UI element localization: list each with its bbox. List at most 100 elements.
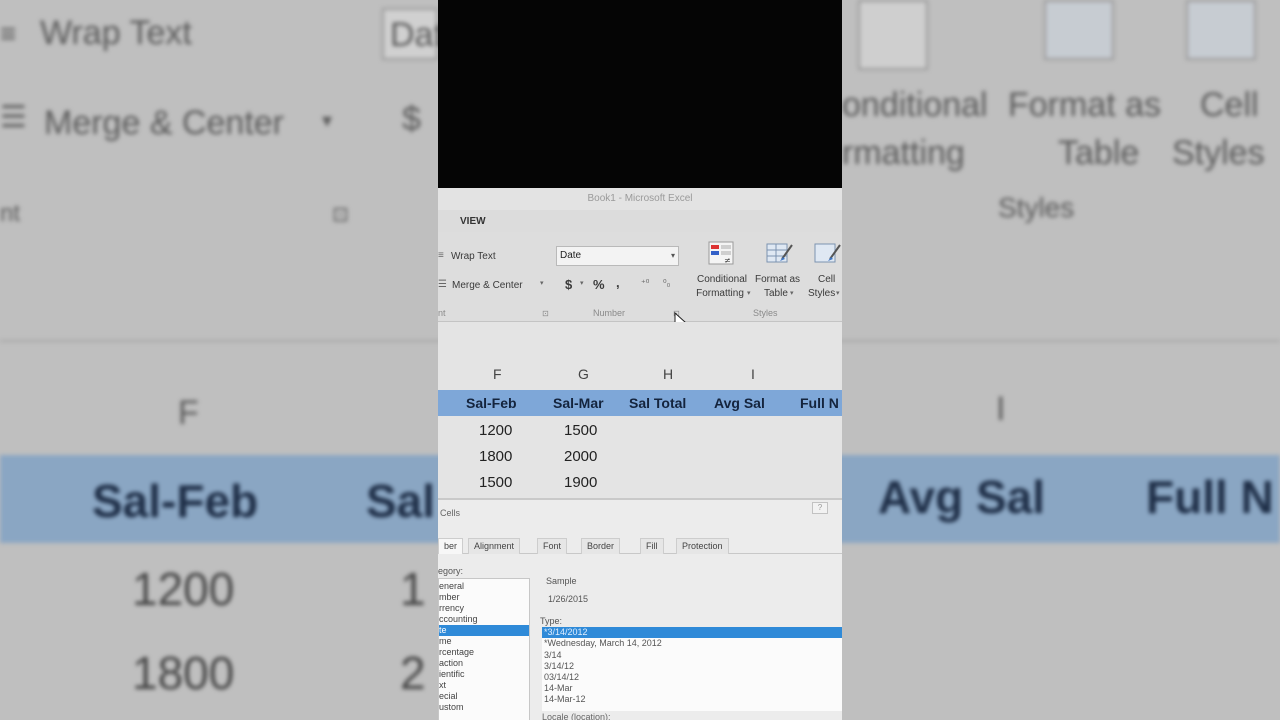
type-item[interactable]: *3/14/2012: [542, 627, 842, 638]
conditional-formatting-label-2[interactable]: Formatting: [689, 288, 751, 299]
dialog-title: Cells: [440, 508, 461, 518]
bg-1800: 1800: [132, 647, 235, 699]
category-general[interactable]: eneral: [439, 581, 529, 592]
column-header-f[interactable]: F: [493, 366, 502, 382]
category-list[interactable]: eneral mber rrency ccounting te me rcent…: [438, 578, 530, 720]
category-fraction[interactable]: action: [439, 658, 529, 669]
type-item[interactable]: *Wednesday, March 14, 2012: [542, 638, 842, 649]
bg-col-f: F: [178, 394, 199, 432]
type-item[interactable]: 14-Mar: [542, 683, 842, 694]
tab-fill[interactable]: Fill: [640, 538, 664, 554]
bg-cell-styles-icon: [1186, 0, 1256, 60]
merge-dropdown-icon[interactable]: ▾: [540, 279, 544, 287]
tab-number[interactable]: ber: [438, 538, 464, 554]
locale-label: Locale (location):: [542, 712, 611, 720]
category-currency[interactable]: rrency: [439, 603, 529, 614]
format-as-table-label-2[interactable]: Table: [764, 288, 788, 299]
bg-digit-2: 2: [400, 647, 426, 699]
cell-f-row3[interactable]: 1500: [479, 474, 512, 491]
format-as-table-icon[interactable]: [766, 241, 793, 265]
category-text[interactable]: xt: [439, 680, 529, 691]
accounting-format-button[interactable]: $: [565, 277, 572, 292]
header-cell-sal-mar[interactable]: Sal-Mar: [553, 395, 604, 411]
column-header-h[interactable]: H: [663, 366, 673, 382]
category-percentage[interactable]: rcentage: [439, 647, 529, 658]
category-special[interactable]: ecial: [439, 691, 529, 702]
header-cell-sal-total[interactable]: Sal Total: [629, 395, 686, 411]
styles-group-label: Styles: [753, 308, 778, 318]
cell-f-row1[interactable]: 1200: [479, 422, 512, 439]
type-item[interactable]: 14-Mar-12: [542, 694, 842, 705]
header-cell-avg-sal[interactable]: Avg Sal: [714, 395, 765, 411]
category-custom[interactable]: ustom: [439, 702, 529, 713]
cell-styles-label-1[interactable]: Cell: [818, 274, 835, 285]
category-date[interactable]: te: [439, 625, 529, 636]
type-item[interactable]: 03/14/12: [542, 672, 842, 683]
cell-styles-dropdown-icon[interactable]: ▾: [836, 289, 840, 297]
bg-formatting: rmatting: [842, 134, 965, 172]
worksheet: F G H I Sal-Feb Sal-Mar Sal Total Avg Sa…: [438, 322, 842, 498]
cell-g-row3[interactable]: 1900: [564, 474, 597, 491]
chevron-down-icon: ▾: [670, 251, 675, 260]
format-table-dropdown-icon[interactable]: ▾: [790, 289, 794, 297]
bg-format-as: Format as: [1008, 86, 1162, 124]
category-accounting[interactable]: ccounting: [439, 614, 529, 625]
category-scientific[interactable]: ientific: [439, 669, 529, 680]
wrap-text-button[interactable]: Wrap Text: [451, 251, 496, 262]
column-header-g[interactable]: G: [578, 366, 589, 382]
conditional-dropdown-icon[interactable]: ▾: [747, 289, 751, 297]
type-item[interactable]: 3/14/12: [542, 661, 842, 672]
tab-alignment[interactable]: Alignment: [468, 538, 521, 554]
tab-protection[interactable]: Protection: [676, 538, 729, 554]
table-header-row: Sal-Feb Sal-Mar Sal Total Avg Sal Full N: [438, 390, 842, 416]
conditional-formatting-icon[interactable]: ≠: [708, 241, 734, 265]
sample-value: 1/26/2015: [548, 594, 589, 604]
bg-wrap-text: Wrap Text: [40, 14, 192, 52]
bg-digit-1: 1: [400, 563, 426, 615]
category-time[interactable]: me: [439, 636, 529, 647]
number-group-label: Number: [593, 308, 626, 318]
decrease-decimal-icon[interactable]: ⁰₀: [663, 278, 670, 289]
increase-decimal-icon[interactable]: ⁺⁰: [641, 278, 649, 289]
header-cell-full-name[interactable]: Full N: [800, 395, 839, 411]
bg-conditional: onditional: [842, 86, 988, 124]
alignment-group-label: nt: [438, 308, 446, 318]
bg-dropdown-icon: ▾: [322, 110, 333, 132]
bg-merge-center: Merge & Center: [44, 104, 284, 142]
bg-sal-feb: Sal-Feb: [92, 475, 259, 527]
excel-window: Book1 - Microsoft Excel VIEW ≡ Wrap Text…: [438, 188, 842, 720]
cell-styles-icon[interactable]: [814, 241, 841, 265]
tab-border[interactable]: Border: [581, 538, 621, 554]
bg-dollar: $: [402, 100, 421, 138]
format-cells-dialog: Cells ? ber Alignment Font Border Fill P…: [438, 498, 842, 720]
accounting-dropdown-icon[interactable]: ▾: [580, 279, 584, 287]
column-header-i[interactable]: I: [751, 366, 755, 382]
category-number[interactable]: mber: [439, 592, 529, 603]
type-list[interactable]: *3/14/2012 *Wednesday, March 14, 2012 3/…: [542, 627, 842, 711]
bg-conditional-icon: [858, 0, 928, 70]
cell-f-row2[interactable]: 1800: [479, 448, 512, 465]
wrap-text-icon: ≡: [438, 250, 444, 261]
tab-view[interactable]: VIEW: [460, 216, 486, 227]
format-as-table-label-1[interactable]: Format as: [755, 274, 800, 285]
phone-frame: Book1 - Microsoft Excel VIEW ≡ Wrap Text…: [438, 0, 842, 720]
number-format-select[interactable]: Date ▾: [556, 246, 679, 266]
type-item[interactable]: 3/14: [542, 650, 842, 661]
type-label: Type:: [540, 616, 563, 626]
merge-center-button[interactable]: Merge & Center: [452, 280, 523, 291]
header-cell-sal-feb[interactable]: Sal-Feb: [466, 395, 517, 411]
cell-g-row2[interactable]: 2000: [564, 448, 597, 465]
conditional-formatting-label-1[interactable]: Conditional: [691, 274, 753, 285]
cell-styles-label-2[interactable]: Styles: [808, 288, 835, 299]
bg-merge-icon: ☰: [0, 101, 27, 134]
bg-cell: Cell: [1200, 86, 1259, 124]
tab-font[interactable]: Font: [537, 538, 568, 554]
cell-g-row1[interactable]: 1500: [564, 422, 597, 439]
bg-launcher-icon: ⊡: [332, 204, 349, 226]
sample-label: Sample: [546, 576, 577, 586]
help-button[interactable]: ?: [812, 502, 828, 514]
bg-table-icon: [1044, 0, 1114, 60]
percent-style-button[interactable]: %: [593, 277, 605, 292]
alignment-launcher-icon[interactable]: ⊡: [542, 309, 549, 318]
comma-style-button[interactable]: ,: [616, 275, 620, 290]
